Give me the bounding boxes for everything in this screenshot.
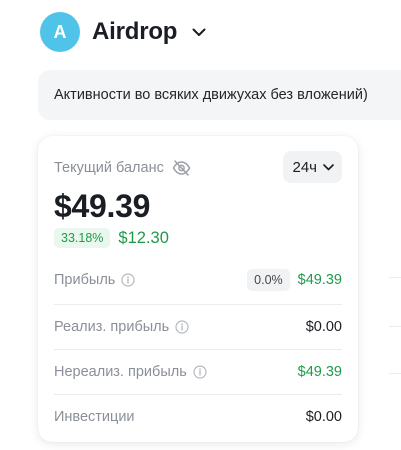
divider: [389, 277, 401, 278]
avatar[interactable]: A: [40, 12, 80, 52]
portfolio-description-text: Активности во всяких движухах без вложен…: [54, 87, 368, 103]
investments-label: Инвестиции: [54, 409, 135, 425]
info-icon[interactable]: [121, 272, 135, 287]
portfolio-description: Активности во всяких движухах без вложен…: [38, 70, 401, 120]
realized-profit-label-text: Реализ. прибыль: [54, 319, 170, 335]
portfolio-name[interactable]: Airdrop: [92, 18, 177, 46]
balance-label-text: Текущий баланс: [54, 160, 164, 176]
period-label: 24ч: [292, 158, 318, 176]
portfolio-header: A Airdrop: [40, 12, 209, 52]
realized-profit-value: $0.00: [305, 319, 342, 335]
profit-values: 0.0% $49.39: [247, 268, 342, 291]
profit-value: $49.39: [297, 271, 342, 288]
profit-percent-badge: 0.0%: [247, 268, 290, 291]
next-card-edge: [371, 145, 401, 445]
change-amount: $12.30: [118, 228, 169, 247]
realized-profit-row: Реализ. прибыль $0.00: [54, 304, 342, 349]
chevron-down-icon[interactable]: [189, 22, 209, 42]
info-icon[interactable]: [175, 320, 189, 334]
profit-label-text: Прибыль: [54, 271, 116, 288]
profit-row: Прибыль 0.0% $49.39: [54, 257, 342, 302]
divider: [389, 373, 401, 374]
investments-value: $0.00: [305, 409, 342, 425]
investments-row: Инвестиции $0.00: [54, 394, 342, 439]
balance-label: Текущий баланс: [54, 160, 191, 176]
unrealized-profit-value: $49.39: [297, 364, 342, 380]
unrealized-profit-label: Нереализ. прибыль: [54, 364, 207, 380]
info-icon[interactable]: [193, 365, 207, 379]
investments-label-text: Инвестиции: [54, 409, 135, 425]
unrealized-profit-label-text: Нереализ. прибыль: [54, 364, 187, 380]
period-selector[interactable]: 24ч: [282, 151, 342, 183]
chevron-down-icon: [323, 163, 334, 171]
unrealized-profit-row: Нереализ. прибыль $49.39: [54, 349, 342, 394]
eye-off-icon[interactable]: [172, 160, 191, 176]
balance-change: 33.18% $12.30: [54, 228, 169, 248]
change-percent-badge: 33.18%: [54, 228, 111, 248]
profit-label: Прибыль: [54, 272, 135, 288]
balance-card: Текущий баланс 24ч $49.39 33.18% $12.30 …: [38, 136, 358, 442]
balance-value: $49.39: [54, 188, 151, 224]
realized-profit-label: Реализ. прибыль: [54, 319, 189, 335]
divider: [389, 326, 401, 327]
